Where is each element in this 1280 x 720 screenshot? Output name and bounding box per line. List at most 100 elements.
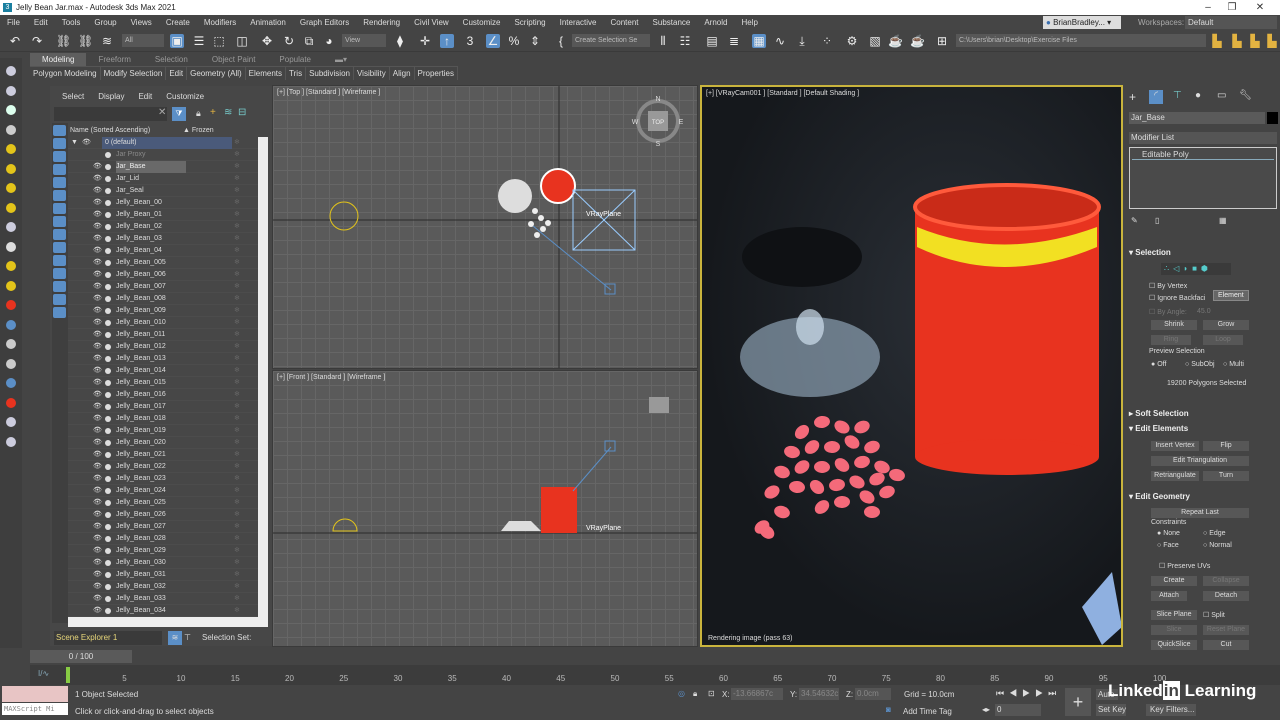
visibility-eye-icon[interactable]: 👁︎ — [93, 425, 102, 437]
attach-button[interactable]: Attach — [1151, 591, 1187, 601]
frozen-icon[interactable]: ❄ — [234, 221, 240, 233]
render-grid-icon[interactable]: ⊞ — [935, 34, 949, 48]
constraint-none-radio[interactable]: ● None — [1157, 530, 1180, 537]
preview-subobj-radio[interactable]: ○ SubObj — [1185, 361, 1215, 368]
frozen-icon[interactable]: ❄ — [234, 413, 240, 425]
snaps-toggle-icon[interactable]: 3 — [463, 34, 477, 48]
ribbon-edit[interactable]: Edit — [166, 67, 188, 80]
visibility-eye-icon[interactable]: 👁︎ — [93, 365, 102, 377]
stack-item-editable-poly[interactable]: Editable Poly — [1132, 150, 1274, 160]
create-project-icon[interactable]: ▙ — [1248, 34, 1262, 48]
create-object-icon[interactable] — [6, 358, 16, 369]
viewport-front[interactable]: [+] [Front ] [Standard ] [Wireframe ] VR… — [272, 370, 698, 647]
visibility-eye-icon[interactable]: 👁︎ — [82, 137, 91, 149]
object-color-swatch[interactable] — [1267, 112, 1278, 124]
create-object-icon[interactable] — [6, 66, 16, 76]
percent-snap-icon[interactable]: % — [507, 34, 521, 48]
object-row[interactable]: 👁︎ Jelly_Bean_011 ❄ — [68, 329, 258, 341]
select-by-name-icon[interactable]: ☰ — [192, 34, 206, 48]
menu-scripting[interactable]: Scripting — [507, 18, 552, 27]
subobject-level-icons[interactable]: ∴◁◗■⬢ — [1161, 263, 1231, 275]
clear-search-icon[interactable]: ✕ — [158, 107, 166, 118]
frozen-icon[interactable]: ❄ — [234, 293, 240, 305]
ribbon-tris[interactable]: Tris — [286, 67, 307, 80]
create-object-icon[interactable] — [6, 339, 16, 349]
create-object-icon[interactable] — [6, 378, 16, 388]
visibility-eye-icon[interactable]: 👁︎ — [93, 173, 102, 185]
ribbon-polygon-modeling[interactable]: Polygon Modeling — [30, 67, 101, 80]
ribbon-properties[interactable]: Properties — [415, 67, 458, 80]
frozen-icon[interactable]: ❄ — [234, 425, 240, 437]
ignore-backfacing-checkbox[interactable]: ☐ Ignore Backfaci — [1149, 294, 1205, 302]
lock-icon[interactable]: 🔒︎ — [196, 108, 201, 119]
frozen-icon[interactable]: ❄ — [234, 173, 240, 185]
cut-button[interactable]: Cut — [1203, 640, 1249, 650]
rendered-frame-window-icon[interactable]: ▧ — [868, 34, 882, 48]
display-filter-button[interactable] — [53, 216, 66, 227]
visibility-eye-icon[interactable]: 👁︎ — [93, 533, 102, 545]
frozen-icon[interactable]: ❄ — [234, 521, 240, 533]
create-object-icon[interactable] — [6, 163, 16, 174]
explorer-search-input[interactable] — [54, 107, 167, 121]
visibility-eye-icon[interactable]: 👁︎ — [93, 497, 102, 509]
slice-plane-button[interactable]: Slice Plane — [1151, 610, 1197, 620]
frozen-icon[interactable]: ❄ — [234, 509, 240, 521]
frozen-icon[interactable]: ❄ — [234, 593, 240, 605]
object-row[interactable]: 👁︎ Jelly_Bean_012 ❄ — [68, 341, 258, 353]
workspace-dropdown[interactable]: Default — [1185, 16, 1277, 29]
viewport-top[interactable]: [+] [Top ] [Standard ] [Wireframe ] TOP … — [272, 85, 698, 369]
move-icon[interactable]: ✥ — [260, 34, 274, 48]
undo-icon[interactable]: ↶ — [8, 34, 22, 48]
create-object-icon[interactable] — [6, 222, 16, 232]
object-row[interactable]: 👁︎ Jelly_Bean_010 ❄ — [68, 317, 258, 329]
sort-by-hierarchy-icon[interactable]: ⊤ — [184, 631, 191, 645]
explorer-vertical-scrollbar[interactable] — [258, 137, 268, 617]
insert-vertex-button[interactable]: Insert Vertex — [1151, 441, 1199, 451]
menu-rendering[interactable]: Rendering — [356, 18, 407, 27]
link-icon[interactable]: ⛓ — [56, 34, 71, 48]
visibility-eye-icon[interactable]: 👁︎ — [93, 581, 102, 593]
selection-filter-dropdown[interactable]: All — [122, 34, 164, 47]
create-object-icon[interactable] — [6, 300, 16, 310]
display-tab-icon[interactable]: ▭ — [1217, 90, 1226, 101]
spinner-snap-icon[interactable]: ⇕ — [528, 34, 542, 48]
repeat-last-button[interactable]: Repeat Last — [1151, 508, 1249, 518]
show-end-result-icon[interactable]: ▯ — [1155, 216, 1159, 225]
time-config-icon[interactable]: ◂▸ — [982, 705, 990, 714]
selection-lock-icon[interactable]: 🔒︎ — [693, 689, 697, 699]
angle-spinner[interactable]: 45.0 — [1197, 308, 1211, 315]
frozen-icon[interactable]: ❄ — [234, 257, 240, 269]
schematic-view-icon[interactable]: ⤓ — [795, 34, 809, 48]
constraint-face-radio[interactable]: ○ Face — [1157, 542, 1179, 549]
render-setup-icon[interactable]: ⚙ — [845, 34, 859, 48]
add-layer-icon[interactable]: + — [210, 107, 216, 118]
create-object-icon[interactable] — [6, 261, 16, 271]
visibility-eye-icon[interactable]: 👁︎ — [93, 329, 102, 341]
object-row[interactable]: 👁︎ Jelly_Bean_034 ❄ — [68, 605, 258, 617]
frozen-icon[interactable]: ❄ — [234, 209, 240, 221]
frozen-icon[interactable]: ❄ — [234, 581, 240, 593]
by-vertex-checkbox[interactable]: ☐ By Vertex — [1149, 282, 1187, 290]
ribbon-subdivision[interactable]: Subdivision — [306, 67, 354, 80]
frozen-icon[interactable]: ❄ — [234, 185, 240, 197]
display-filter-button[interactable] — [53, 151, 66, 162]
object-row[interactable]: 👁︎ Jelly_Bean_008 ❄ — [68, 293, 258, 305]
frozen-icon[interactable]: ❄ — [234, 461, 240, 473]
menu-views[interactable]: Views — [124, 18, 159, 27]
current-frame-field[interactable]: 0 — [995, 704, 1041, 716]
project-folder-icon[interactable]: ▙ — [1210, 34, 1224, 48]
shrink-button[interactable]: Shrink — [1151, 320, 1197, 330]
frozen-icon[interactable]: ❄ — [234, 269, 240, 281]
object-row[interactable]: 👁︎ Jar_Base ❄ — [68, 161, 258, 173]
object-row[interactable]: 👁︎ Jelly_Bean_03 ❄ — [68, 233, 258, 245]
frozen-icon[interactable]: ❄ — [234, 305, 240, 317]
object-row[interactable]: 👁︎ Jelly_Bean_006 ❄ — [68, 269, 258, 281]
object-row[interactable]: 👁︎ Jelly_Bean_020 ❄ — [68, 437, 258, 449]
visibility-eye-icon[interactable]: 👁︎ — [93, 377, 102, 389]
split-checkbox[interactable]: ☐ Split — [1203, 611, 1225, 619]
visibility-eye-icon[interactable]: 👁︎ — [93, 197, 102, 209]
rollout-edit-geometry[interactable]: ▾ Edit Geometry — [1129, 492, 1273, 501]
y-coordinate-field[interactable]: 34.54632c — [799, 688, 839, 700]
frozen-icon[interactable]: ❄ — [234, 485, 240, 497]
object-row[interactable]: 👁︎ Jelly_Bean_025 ❄ — [68, 497, 258, 509]
